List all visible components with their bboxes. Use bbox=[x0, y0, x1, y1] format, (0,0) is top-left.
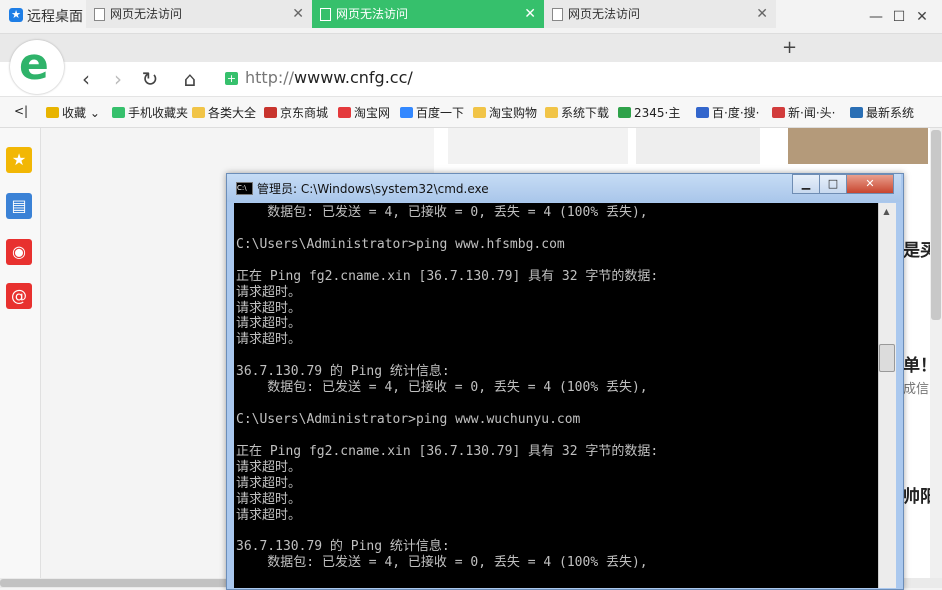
tab-close-icon[interactable]: ✕ bbox=[292, 0, 304, 28]
refresh-button[interactable]: ↻ bbox=[138, 66, 162, 92]
bookmark-label: 新·闻·头· bbox=[788, 106, 836, 120]
page-icon bbox=[320, 8, 331, 21]
mail-icon[interactable]: @ bbox=[6, 283, 32, 309]
new-tab-button[interactable]: + bbox=[782, 34, 802, 62]
window-title: 远程桌面 bbox=[27, 9, 83, 25]
cmd-scrollbar-thumb[interactable] bbox=[879, 344, 895, 372]
tab-close-icon[interactable]: ✕ bbox=[756, 0, 768, 28]
bookmark-item[interactable]: 各类大全 bbox=[192, 104, 256, 121]
page-icon bbox=[552, 8, 563, 21]
bookmarks-toggle-button[interactable]: <| bbox=[14, 104, 28, 118]
browser-logo-icon[interactable]: e bbox=[10, 40, 64, 94]
bookmark-icon bbox=[192, 107, 205, 118]
bookmark-label: 系统下载 bbox=[561, 106, 610, 120]
bookmark-item[interactable]: 百度一下 bbox=[400, 104, 464, 121]
bookmark-icon bbox=[772, 107, 785, 118]
tab-2-active[interactable]: 网页无法访问 ✕ bbox=[312, 0, 544, 28]
browser-logo-letter: e bbox=[19, 39, 49, 90]
tab-label: 网页无法访问 bbox=[568, 7, 641, 21]
weibo-icon[interactable]: ◉ bbox=[6, 239, 32, 265]
console-area[interactable]: 数据包: 已发送 = 4, 已接收 = 0, 丢失 = 4 (100% 丢失),… bbox=[234, 203, 878, 588]
address-bar[interactable]: http://wwww.cnfg.cc/ bbox=[245, 68, 413, 87]
page-text-fragment: 成信 bbox=[903, 382, 930, 397]
cmd-icon: C:\ bbox=[236, 182, 253, 195]
bookmark-label: 京东商城 bbox=[280, 106, 329, 120]
tab-label: 网页无法访问 bbox=[336, 7, 409, 21]
bookmark-label: 最新系统 bbox=[866, 106, 915, 120]
cmd-title: 管理员: C:\Windows\system32\cmd.exe bbox=[257, 182, 489, 196]
bookmark-icon bbox=[112, 107, 125, 118]
remote-desktop-logo-icon: ★ bbox=[9, 8, 23, 22]
page-scrollbar-thumb[interactable] bbox=[931, 130, 941, 320]
bookmark-icon bbox=[400, 107, 413, 118]
bookmark-item[interactable]: 2345·主 bbox=[618, 104, 680, 121]
tab-label: 网页无法访问 bbox=[110, 7, 183, 21]
bookmark-icon bbox=[696, 107, 709, 118]
bookmark-icon bbox=[264, 107, 277, 118]
scroll-up-icon[interactable]: ▲ bbox=[879, 204, 894, 219]
home-button[interactable]: ⌂ bbox=[178, 66, 202, 92]
page-image bbox=[788, 128, 928, 164]
bookmark-icon bbox=[618, 107, 631, 118]
console-output: 数据包: 已发送 = 4, 已接收 = 0, 丢失 = 4 (100% 丢失),… bbox=[236, 205, 659, 571]
bookmark-item[interactable]: 百·度·搜· bbox=[696, 104, 759, 121]
bookmark-item[interactable]: 淘宝购物 bbox=[473, 104, 537, 121]
bookmark-icon bbox=[46, 107, 59, 118]
bookmark-icon bbox=[850, 107, 863, 118]
close-button[interactable]: ✕ bbox=[912, 7, 932, 27]
bookmark-item[interactable]: 淘宝网 bbox=[338, 104, 390, 121]
bookmark-label: 各类大全 bbox=[208, 106, 257, 120]
url-host: wwww.cnfg.cc/ bbox=[294, 68, 413, 87]
back-button[interactable]: ‹ bbox=[74, 66, 98, 92]
shield-icon: + bbox=[225, 72, 238, 85]
bookmark-label: 收藏 ⌄ bbox=[62, 106, 100, 120]
bookmark-item[interactable]: 手机收藏夹 bbox=[112, 104, 188, 121]
bookmark-label: 百度一下 bbox=[416, 106, 465, 120]
forward-button[interactable]: › bbox=[106, 66, 130, 92]
tab-close-icon[interactable]: ✕ bbox=[524, 0, 536, 28]
star-icon[interactable]: ★ bbox=[6, 147, 32, 173]
bookmark-item[interactable]: 系统下载 bbox=[545, 104, 609, 121]
cmd-scrollbar[interactable] bbox=[878, 203, 896, 588]
maximize-button[interactable]: ☐ bbox=[889, 7, 909, 27]
note-icon[interactable]: ▤ bbox=[6, 193, 32, 219]
bookmark-item[interactable]: 收藏 ⌄ bbox=[46, 104, 100, 121]
bookmark-item[interactable]: 京东商城 bbox=[264, 104, 328, 121]
page-image bbox=[636, 128, 760, 164]
minimize-button[interactable]: — bbox=[866, 7, 886, 27]
bookmark-icon bbox=[338, 107, 351, 118]
bookmark-item[interactable]: 新·闻·头· bbox=[772, 104, 835, 121]
bookmark-icon bbox=[473, 107, 486, 118]
bookmark-label: 淘宝购物 bbox=[489, 106, 538, 120]
page-image bbox=[448, 128, 628, 164]
bookmark-item[interactable]: 最新系统 bbox=[850, 104, 914, 121]
bookmark-label: 百·度·搜· bbox=[712, 106, 760, 120]
bookmark-label: 手机收藏夹 bbox=[128, 106, 189, 120]
bookmark-icon bbox=[545, 107, 558, 118]
tab-3[interactable]: 网页无法访问 ✕ bbox=[544, 0, 776, 28]
url-prefix: http:// bbox=[245, 68, 295, 87]
cmd-minimize-button[interactable]: ▁ bbox=[792, 174, 820, 194]
cmd-close-button[interactable]: ✕ bbox=[846, 174, 894, 194]
tab-1[interactable]: 网页无法访问 ✕ bbox=[86, 0, 312, 28]
page-icon bbox=[94, 8, 105, 21]
bookmark-label: 淘宝网 bbox=[354, 106, 391, 120]
bookmark-label: 2345·主 bbox=[634, 106, 681, 120]
cmd-maximize-button[interactable]: □ bbox=[819, 174, 847, 194]
